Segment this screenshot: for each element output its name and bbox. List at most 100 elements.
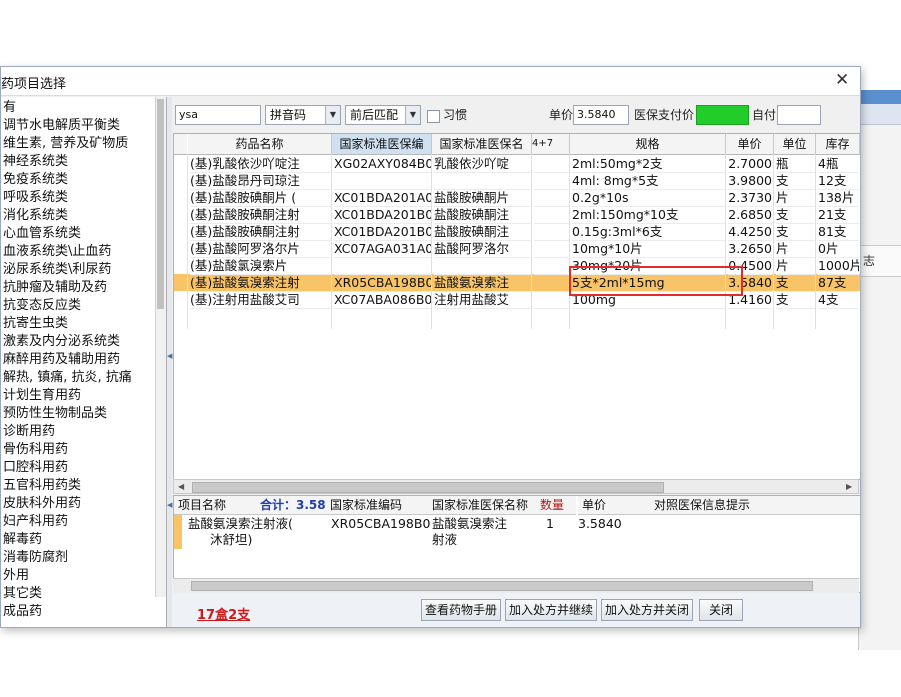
scroll-left-icon[interactable]: ◀ — [178, 480, 184, 493]
grid-cell[interactable] — [534, 189, 569, 207]
grid-cell[interactable] — [534, 172, 569, 190]
grid-cell[interactable]: 81支 — [818, 223, 859, 241]
col-47[interactable]: 4+7 — [532, 134, 570, 155]
category-item[interactable]: 心血管系统类 — [3, 225, 132, 243]
splitter-arrow-icon[interactable]: ◀ — [167, 501, 172, 509]
scroll-right-icon[interactable]: ▶ — [846, 480, 852, 493]
grid-cell[interactable]: 2.3730 — [728, 189, 772, 207]
grid-horizontal-scrollbar[interactable]: ◀ ▶ — [173, 479, 859, 494]
grid-cell[interactable]: XR05CBA198B0 — [334, 274, 431, 292]
category-item[interactable]: 其它类 — [3, 585, 132, 603]
grid-cell[interactable]: (基)盐酸胺碘酮注射 — [190, 223, 331, 241]
category-item[interactable]: 呼吸系统类 — [3, 189, 132, 207]
prescription-horizontal-scrollbar[interactable] — [173, 578, 859, 593]
habit-checkbox[interactable] — [427, 110, 440, 123]
grid-cell[interactable]: 支 — [776, 291, 815, 309]
category-item[interactable]: 免疫系统类 — [3, 171, 132, 189]
grid-cell[interactable]: XC07AGA031A0 — [334, 240, 431, 258]
category-item[interactable]: 抗变态反应类 — [3, 297, 132, 315]
grid-cell[interactable]: 0片 — [818, 240, 859, 258]
grid-cell[interactable]: 12支 — [818, 172, 859, 190]
close-icon[interactable]: ✕ — [835, 70, 849, 90]
category-item[interactable]: 麻醉用药及辅助用药 — [3, 351, 132, 369]
grid-cell[interactable]: 138片 — [818, 189, 859, 207]
grid-cell[interactable] — [334, 172, 431, 190]
grid-cell[interactable]: 乳酸依沙吖啶 — [434, 155, 531, 173]
grid-cell[interactable]: (基)乳酸依沙吖啶注 — [190, 155, 331, 173]
rx-item-qty[interactable]: 1 — [546, 516, 554, 532]
grid-cell[interactable]: 4.4250 — [728, 223, 772, 241]
category-item[interactable]: 血液系统类\止血药 — [3, 243, 132, 261]
col-ins-name[interactable]: 国家标准医保名 — [432, 134, 532, 155]
splitter-arrow-icon[interactable]: ◀ — [167, 352, 172, 360]
grid-cell[interactable]: 2ml:50mg*2支 — [572, 155, 725, 173]
category-item[interactable]: 五官科用药类 — [3, 477, 132, 495]
category-item[interactable]: 解毒药 — [3, 531, 132, 549]
category-item[interactable]: 调节水电解质平衡类 — [3, 117, 132, 135]
category-item[interactable]: 抗寄生虫类 — [3, 315, 132, 333]
grid-cell[interactable]: (基)盐酸胺碘酮片 ( — [190, 189, 331, 207]
grid-cell[interactable]: XC01BDA201B0 — [334, 223, 431, 241]
category-item[interactable]: 诊断用药 — [3, 423, 132, 441]
grid-cell[interactable] — [434, 172, 531, 190]
col-price[interactable]: 单价 — [726, 134, 774, 155]
grid-cell[interactable]: 2.7000 — [728, 155, 772, 173]
category-item[interactable]: 神经系统类 — [3, 153, 132, 171]
col-stock[interactable]: 库存 — [816, 134, 860, 155]
grid-scroll-thumb[interactable] — [192, 482, 664, 493]
grid-cell[interactable]: 盐酸阿罗洛尔 — [434, 240, 531, 258]
grid-cell[interactable]: 2.6850 — [728, 206, 772, 224]
grid-cell[interactable]: 1000片 — [818, 257, 859, 275]
category-item[interactable]: 解热, 镇痛, 抗炎, 抗痛 — [3, 369, 132, 387]
grid-cell[interactable]: XC01BDA201B0 — [334, 206, 431, 224]
grid-cell[interactable] — [534, 206, 569, 224]
price-input[interactable]: 3.5840 — [573, 105, 629, 125]
grid-cell[interactable]: 盐酸氨溴索注 — [434, 274, 531, 292]
category-item[interactable]: 消毒防腐剂 — [3, 549, 132, 567]
category-item[interactable]: 消化系统类 — [3, 207, 132, 225]
grid-cell[interactable]: 0.15g:3ml*6支 — [572, 223, 725, 241]
self-pay-input[interactable] — [777, 105, 821, 125]
col-drug-name[interactable]: 药品名称 — [188, 134, 332, 155]
grid-cell[interactable]: 支 — [776, 206, 815, 224]
close-button[interactable]: 关闭 — [699, 599, 743, 621]
category-item[interactable]: 计划生育用药 — [3, 387, 132, 405]
view-drug-manual-button[interactable]: 查看药物手册 — [421, 599, 501, 621]
grid-cell[interactable]: XC01BDA201A0 — [334, 189, 431, 207]
grid-cell[interactable]: (基)盐酸氨溴索注射 — [190, 274, 331, 292]
grid-cell[interactable]: 10mg*10片 — [572, 240, 725, 258]
category-item[interactable]: 成品药 — [3, 603, 132, 621]
panel-splitter[interactable]: ◀ ◀ — [167, 97, 172, 627]
grid-cell[interactable]: (基)盐酸阿罗洛尔片 — [190, 240, 331, 258]
grid-cell[interactable] — [534, 240, 569, 258]
chevron-down-icon[interactable]: ▼ — [405, 106, 420, 124]
grid-cell[interactable]: XG02AXY084B0 — [334, 155, 431, 173]
grid-cell[interactable]: 瓶 — [776, 155, 815, 173]
grid-cell[interactable]: 0.2g*10s — [572, 189, 725, 207]
add-and-close-button[interactable]: 加入处方并关闭 — [601, 599, 693, 621]
category-item[interactable]: 维生素, 营养及矿物质 — [3, 135, 132, 153]
category-item[interactable]: 外用 — [3, 567, 132, 585]
grid-cell[interactable]: 注射用盐酸艾 — [434, 291, 531, 309]
category-item[interactable]: 骨伤科用药 — [3, 441, 132, 459]
grid-cell[interactable] — [534, 274, 569, 292]
grid-cell[interactable]: (基)盐酸昂丹司琼注 — [190, 172, 331, 190]
grid-cell[interactable]: 3.9800 — [728, 172, 772, 190]
grid-cell[interactable] — [534, 223, 569, 241]
grid-cell[interactable]: 片 — [776, 189, 815, 207]
search-input[interactable]: ysa — [175, 105, 261, 125]
grid-cell[interactable] — [534, 291, 569, 309]
grid-cell[interactable]: 支 — [776, 172, 815, 190]
category-item[interactable]: 抗肿瘤及辅助及药 — [3, 279, 132, 297]
add-and-continue-button[interactable]: 加入处方并继续 — [505, 599, 597, 621]
grid-cell[interactable]: 片 — [776, 257, 815, 275]
category-item[interactable]: 口腔科用药 — [3, 459, 132, 477]
category-item[interactable]: 有 — [3, 99, 132, 117]
grid-cell[interactable]: 4支 — [818, 291, 859, 309]
grid-cell[interactable]: 支 — [776, 274, 815, 292]
grid-cell[interactable] — [434, 257, 531, 275]
grid-cell[interactable]: (基)注射用盐酸艾司 — [190, 291, 331, 309]
grid-cell[interactable]: 盐酸胺碘酮片 — [434, 189, 531, 207]
grid-cell[interactable] — [334, 257, 431, 275]
col-ins-code[interactable]: 国家标准医保编 — [332, 134, 432, 155]
